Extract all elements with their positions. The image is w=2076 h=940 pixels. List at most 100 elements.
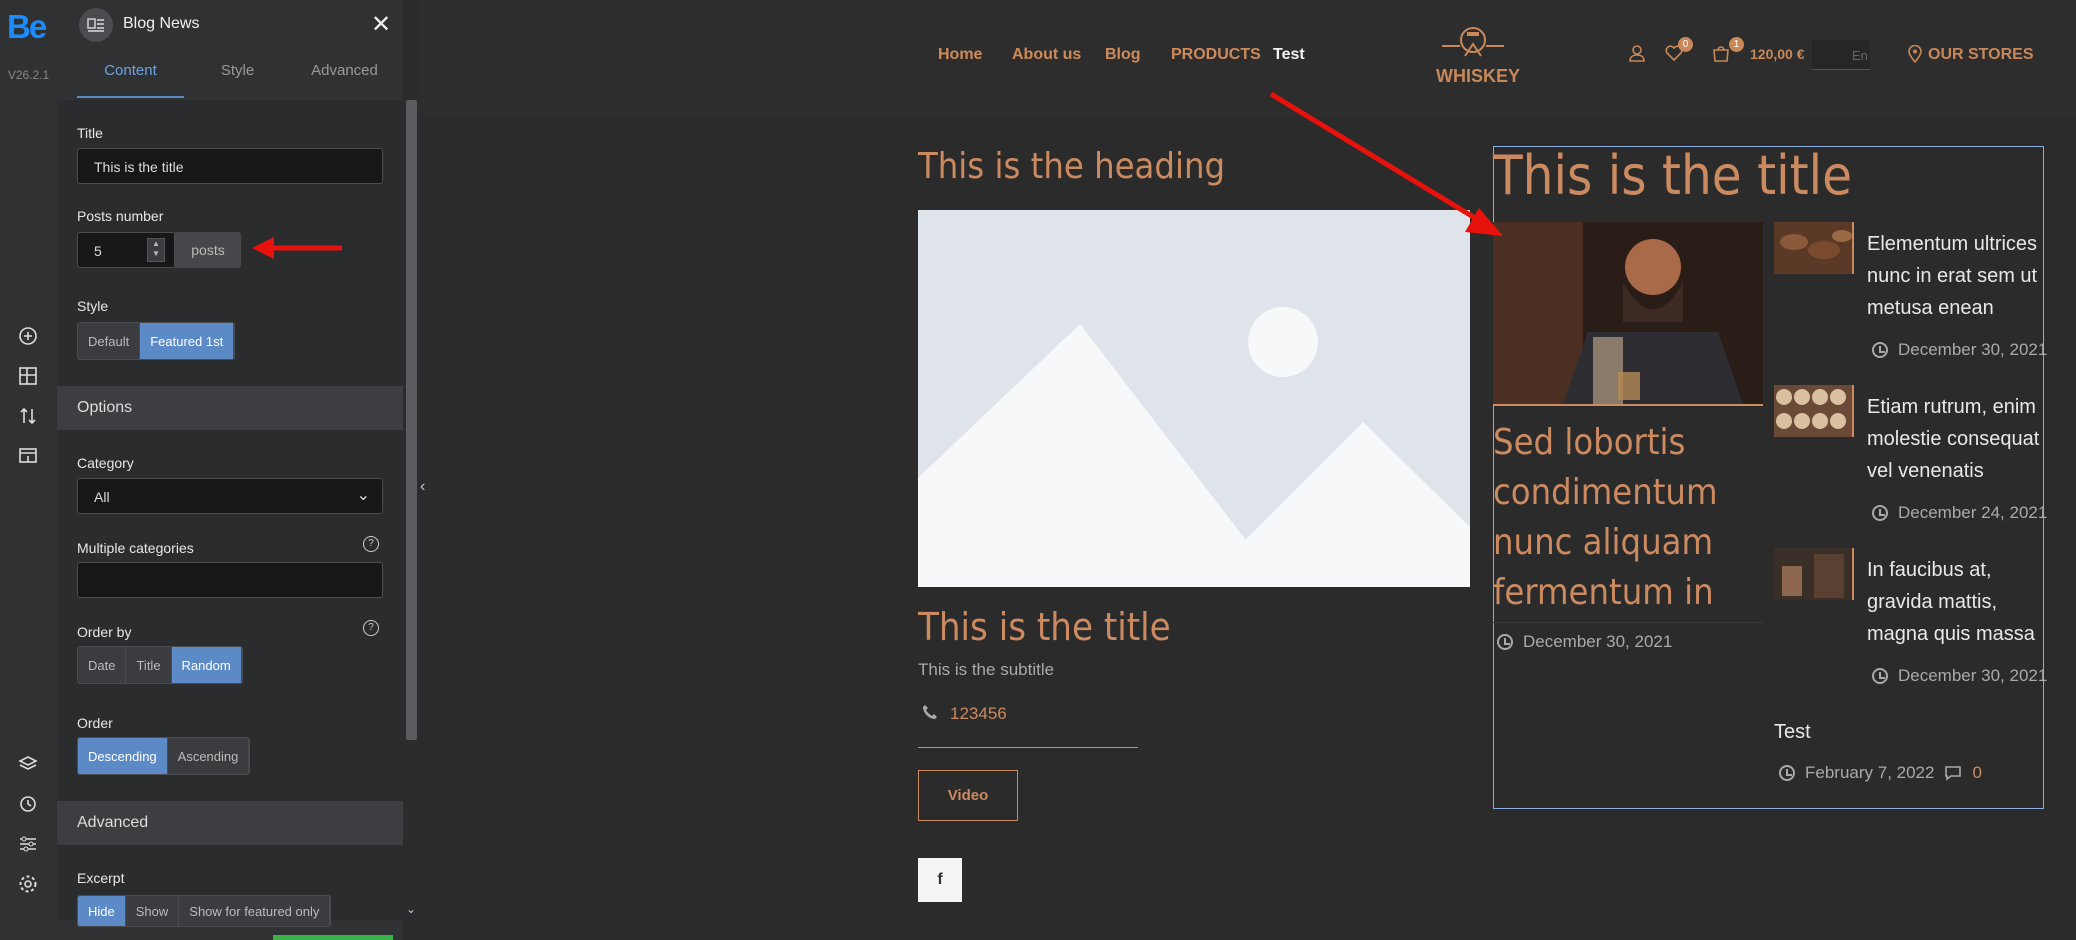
- featured-image[interactable]: [1493, 222, 1763, 404]
- panel-body: Title This is the title Posts number 5 ▲…: [57, 100, 403, 927]
- nav-products[interactable]: PRODUCTS: [1171, 46, 1261, 64]
- location-pin-icon[interactable]: [1908, 44, 1922, 68]
- style-toggle: Default Featured 1st: [77, 322, 236, 360]
- layout-icon[interactable]: [14, 362, 42, 390]
- multiple-categories-input[interactable]: [77, 562, 383, 598]
- tab-style[interactable]: Style: [184, 62, 291, 79]
- user-icon[interactable]: [1628, 44, 1646, 67]
- post-thumbnail[interactable]: [1774, 222, 1854, 274]
- cart-total[interactable]: 120,00 €: [1750, 46, 1805, 62]
- post-title[interactable]: Elementum ultrices nunc in erat sem ut m…: [1867, 228, 2044, 324]
- brand-emblem-icon: [1438, 26, 1508, 62]
- options-section-header[interactable]: Options: [57, 386, 403, 430]
- nav-blog[interactable]: Blog: [1105, 46, 1141, 64]
- left-toolbar: Be V26.2.1: [0, 0, 58, 940]
- featured-post-title[interactable]: Sed lobortis condimentum nunc aliquam fe…: [1493, 418, 1763, 618]
- collapse-panel-icon[interactable]: ‹: [420, 478, 434, 508]
- annotation-arrow-widget: [1269, 91, 1503, 236]
- divider: [918, 747, 1138, 748]
- scroll-down-icon[interactable]: ⌄: [406, 902, 416, 916]
- divider: [1493, 622, 1763, 623]
- language-select[interactable]: En: [1812, 40, 1870, 70]
- comment-count[interactable]: 0: [1972, 763, 1981, 783]
- gear-icon[interactable]: [14, 870, 42, 898]
- post-title[interactable]: Etiam rutrum, enim molestie consequat ve…: [1867, 391, 2044, 487]
- category-select[interactable]: All ⌄: [77, 478, 383, 514]
- order-by-random[interactable]: Random: [171, 647, 242, 683]
- sliders-icon[interactable]: [14, 830, 42, 858]
- excerpt-show[interactable]: Show: [125, 896, 180, 926]
- post-date-text: December 30, 2021: [1898, 666, 2048, 685]
- posts-number-label: Posts number: [77, 208, 164, 224]
- left-subtitle: This is the subtitle: [918, 660, 1055, 679]
- excerpt-toggle: Hide Show Show for featured only: [77, 895, 332, 927]
- facebook-icon[interactable]: f: [918, 858, 962, 902]
- post-date: December 30, 2021: [1872, 666, 2047, 686]
- annotation-arrow-posts: [252, 237, 342, 259]
- post-title[interactable]: Test: [1774, 716, 1811, 748]
- featured-image-underline: [1493, 404, 1763, 406]
- phone-icon: [922, 704, 938, 725]
- cart-icon[interactable]: [1712, 44, 1730, 67]
- comment-icon: [1945, 766, 1962, 781]
- panel-title: Blog News: [123, 15, 200, 32]
- order-by-label: Order by: [77, 624, 132, 640]
- active-tab-indicator: [77, 96, 184, 98]
- title-input[interactable]: This is the title: [77, 148, 383, 184]
- excerpt-label: Excerpt: [77, 870, 125, 886]
- clock-icon: [1779, 765, 1795, 781]
- clock-icon: [1497, 634, 1513, 650]
- order-by-date[interactable]: Date: [78, 647, 127, 683]
- title-label: Title: [77, 125, 103, 141]
- update-button[interactable]: [273, 935, 393, 940]
- multiple-categories-label: Multiple categories: [77, 540, 194, 556]
- order-by-toggle: Date Title Random: [77, 646, 243, 684]
- help-icon[interactable]: ?: [363, 620, 379, 636]
- posts-stepper[interactable]: ▲ ▼: [147, 238, 165, 262]
- nav-test[interactable]: Test: [1273, 46, 1305, 64]
- advanced-section-header[interactable]: Advanced: [57, 801, 403, 845]
- video-button[interactable]: Video: [918, 770, 1018, 821]
- post-thumbnail[interactable]: [1774, 385, 1854, 437]
- help-icon[interactable]: ?: [363, 536, 379, 552]
- our-stores-link[interactable]: OUR STORES: [1928, 46, 2034, 64]
- order-descending[interactable]: Descending: [78, 738, 168, 774]
- post-date-text: December 24, 2021: [1898, 503, 2048, 522]
- history-icon[interactable]: [14, 790, 42, 818]
- order-by-title[interactable]: Title: [126, 647, 172, 683]
- cart-badge: 1: [1729, 37, 1744, 52]
- post-date-text: February 7, 2022: [1805, 763, 1935, 782]
- style-default-option[interactable]: Default: [78, 323, 141, 359]
- post-thumbnail[interactable]: [1774, 548, 1854, 600]
- add-icon[interactable]: [14, 322, 42, 350]
- style-featured-option[interactable]: Featured 1st: [140, 323, 235, 359]
- excerpt-hide[interactable]: Hide: [78, 896, 126, 926]
- preview-icon[interactable]: [14, 442, 42, 470]
- excerpt-featured-only[interactable]: Show for featured only: [179, 896, 331, 926]
- order-toggle: Descending Ascending: [77, 737, 251, 775]
- post-title[interactable]: In faucibus at, gravida mattis, magna qu…: [1867, 554, 2044, 650]
- blog-news-title: This is the title: [1493, 144, 1853, 207]
- layers-icon[interactable]: [14, 750, 42, 778]
- featured-date-text: December 30, 2021: [1523, 632, 1673, 651]
- image-placeholder: [918, 210, 1470, 587]
- post-date-text: December 30, 2021: [1898, 340, 2048, 359]
- nav-about[interactable]: About us: [1012, 46, 1081, 64]
- category-value: All: [94, 489, 110, 505]
- widget-icon: [79, 8, 113, 42]
- order-ascending[interactable]: Ascending: [167, 738, 250, 774]
- clock-icon: [1872, 668, 1888, 684]
- style-label: Style: [77, 298, 109, 314]
- wishlist-badge: 0: [1678, 37, 1693, 52]
- post-date: December 24, 2021: [1872, 503, 2047, 523]
- sort-icon[interactable]: [14, 402, 42, 430]
- panel-scrollbar-thumb[interactable]: [406, 100, 417, 740]
- order-label: Order: [77, 715, 113, 731]
- nav-home[interactable]: Home: [938, 46, 982, 64]
- phone-number[interactable]: 123456: [950, 704, 1007, 724]
- tab-content[interactable]: Content: [77, 62, 184, 79]
- tab-advanced[interactable]: Advanced: [291, 62, 398, 79]
- brand-name[interactable]: WHISKEY: [1436, 66, 1520, 87]
- close-icon[interactable]: ✕: [371, 10, 391, 39]
- featured-post-date: December 30, 2021: [1497, 632, 1672, 652]
